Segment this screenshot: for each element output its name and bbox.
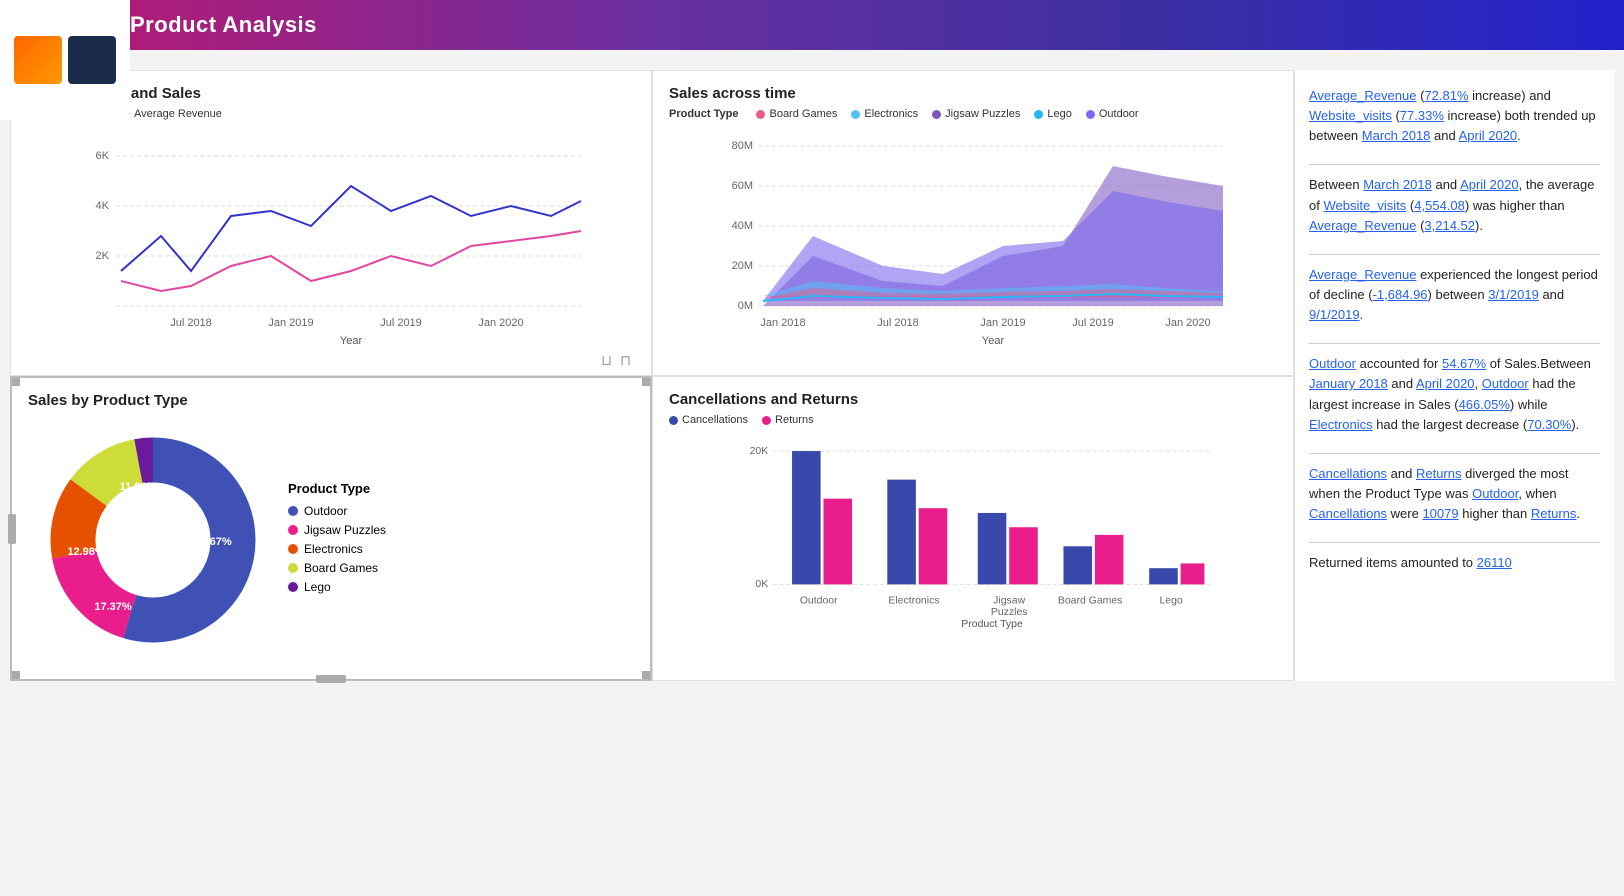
svg-text:40M: 40M — [732, 220, 753, 232]
pie-legend-boardgames: Board Games — [288, 561, 386, 575]
bar-lego-return — [1181, 563, 1205, 584]
pie-legend-outdoor: Outdoor — [288, 504, 386, 518]
scroll-icon-2[interactable]: ⊓ — [620, 352, 631, 369]
svg-text:0K: 0K — [755, 579, 768, 590]
pie-container: 54.67% 11.96% 12.98% 17.37% Product Type… — [28, 415, 634, 665]
resize-br[interactable] — [642, 671, 650, 679]
bar-outdoor-return — [823, 499, 852, 585]
svg-text:Jan 2019: Jan 2019 — [980, 317, 1025, 329]
logo-dark — [68, 36, 116, 84]
legend-electronics: Electronics — [851, 108, 918, 120]
pie-legend-title: Product Type — [288, 481, 386, 496]
bar-board-return — [1095, 535, 1124, 585]
insight-1: Average_Revenue (72.81% increase) and We… — [1309, 86, 1600, 146]
svg-text:60M: 60M — [732, 180, 753, 192]
svg-text:20K: 20K — [750, 446, 769, 457]
svg-text:Jigsaw: Jigsaw — [993, 595, 1025, 606]
bar-jigsaw-return — [1009, 527, 1038, 584]
svg-text:Jan 2020: Jan 2020 — [1165, 317, 1210, 329]
svg-text:4K: 4K — [96, 200, 110, 212]
legend-jigsaw: Jigsaw Puzzles — [932, 108, 1020, 120]
svg-text:Year: Year — [340, 335, 363, 346]
svg-text:12.98%: 12.98% — [67, 546, 105, 558]
resize-tl[interactable] — [12, 378, 20, 386]
svg-text:17.37%: 17.37% — [94, 601, 132, 613]
bar-board-cancel — [1063, 546, 1092, 584]
cancellations-title: Cancellations and Returns — [669, 391, 1277, 408]
logo-area — [0, 0, 130, 120]
donut-chart: 54.67% 11.96% 12.98% 17.37% — [38, 425, 268, 655]
bar-outdoor-cancel — [792, 451, 821, 584]
svg-text:80M: 80M — [732, 140, 753, 152]
sales-product-title: Sales by Product Type — [28, 392, 634, 409]
svg-text:Jul 2018: Jul 2018 — [170, 317, 212, 329]
resize-tr[interactable] — [642, 378, 650, 386]
bar-elec-return — [919, 508, 948, 584]
svg-text:54.67%: 54.67% — [194, 536, 232, 548]
logo-orange — [14, 36, 62, 84]
pie-legend-electronics: Electronics — [288, 542, 386, 556]
svg-text:Jul 2018: Jul 2018 — [877, 317, 919, 329]
svg-text:Jul 2019: Jul 2019 — [1072, 317, 1114, 329]
insight-4: Outdoor accounted for 54.67% of Sales.Be… — [1309, 354, 1600, 435]
bar-chart: 20K 0K Product Type Outdoor Electronics … — [669, 432, 1277, 632]
svg-text:Jan 2019: Jan 2019 — [268, 317, 313, 329]
resize-bl[interactable] — [12, 671, 20, 679]
header: Product Analysis — [0, 0, 1624, 50]
page-title: Product Analysis — [130, 12, 317, 38]
svg-text:Puzzles: Puzzles — [991, 607, 1028, 618]
scroll-icon-1[interactable]: ⊔ — [601, 352, 612, 369]
insight-6: Returned items amounted to 26110 — [1309, 553, 1600, 573]
svg-text:Year: Year — [982, 335, 1005, 347]
svg-text:Board Games: Board Games — [1058, 595, 1123, 606]
legend-cancellations: Cancellations — [669, 414, 748, 426]
sales-time-title: Sales across time — [669, 85, 1277, 102]
svg-text:Lego: Lego — [1159, 595, 1182, 606]
svg-text:Jan 2018: Jan 2018 — [760, 317, 805, 329]
bar-lego-cancel — [1149, 568, 1178, 584]
insights-panel: Average_Revenue (72.81% increase) and We… — [1294, 70, 1614, 681]
sales-time-legend: Product Type Board Games Electronics Jig… — [669, 108, 1277, 120]
svg-text:Outdoor: Outdoor — [800, 595, 838, 606]
svg-text:0M: 0M — [738, 300, 753, 312]
svg-text:11.96%: 11.96% — [120, 481, 157, 493]
product-type-label: Product Type — [669, 108, 738, 120]
resize-left[interactable] — [8, 514, 16, 544]
svg-text:Jul 2019: Jul 2019 — [380, 317, 422, 329]
website-sales-chart: 6K 4K 2K Jul 2018 Jan 2019 Jul 2019 Jan … — [27, 126, 635, 346]
legend-lego: Lego — [1034, 108, 1071, 120]
bar-elec-cancel — [887, 480, 916, 585]
legend-outdoor: Outdoor — [1086, 108, 1139, 120]
insight-5: Cancellations and Returns diverged the m… — [1309, 464, 1600, 524]
svg-text:Product Type: Product Type — [961, 619, 1023, 630]
legend-boardgames: Board Games — [756, 108, 837, 120]
legend-returns: Returns — [762, 414, 814, 426]
sales-time-chart: 80M 60M 40M 20M 0M Jan 2018 Jul 2018 Jan… — [669, 126, 1277, 356]
insight-3: Average_Revenue experienced the longest … — [1309, 265, 1600, 325]
cancellations-legend: Cancellations Returns — [669, 414, 1277, 426]
sales-product-panel: Sales by Product Type 54.67% 11.96% — [10, 376, 652, 681]
scroll-indicator: ⊔ ⊓ — [601, 352, 631, 369]
sales-time-panel: Sales across time Product Type Board Gam… — [652, 70, 1294, 376]
legend-avg-revenue: Average Revenue — [121, 108, 222, 120]
svg-text:Electronics: Electronics — [888, 595, 939, 606]
svg-text:2K: 2K — [96, 250, 110, 262]
pie-legend: Product Type Outdoor Jigsaw Puzzles Elec… — [288, 481, 386, 599]
pie-legend-jigsaw: Jigsaw Puzzles — [288, 523, 386, 537]
pie-legend-lego: Lego — [288, 580, 386, 594]
svg-text:Jan 2020: Jan 2020 — [478, 317, 523, 329]
resize-bottom[interactable] — [316, 675, 346, 683]
insight-2: Between March 2018 and April 2020, the a… — [1309, 175, 1600, 235]
svg-text:6K: 6K — [96, 150, 110, 162]
svg-text:20M: 20M — [732, 260, 753, 272]
cancellations-panel: Cancellations and Returns Cancellations … — [652, 376, 1294, 681]
bar-jigsaw-cancel — [978, 513, 1007, 584]
